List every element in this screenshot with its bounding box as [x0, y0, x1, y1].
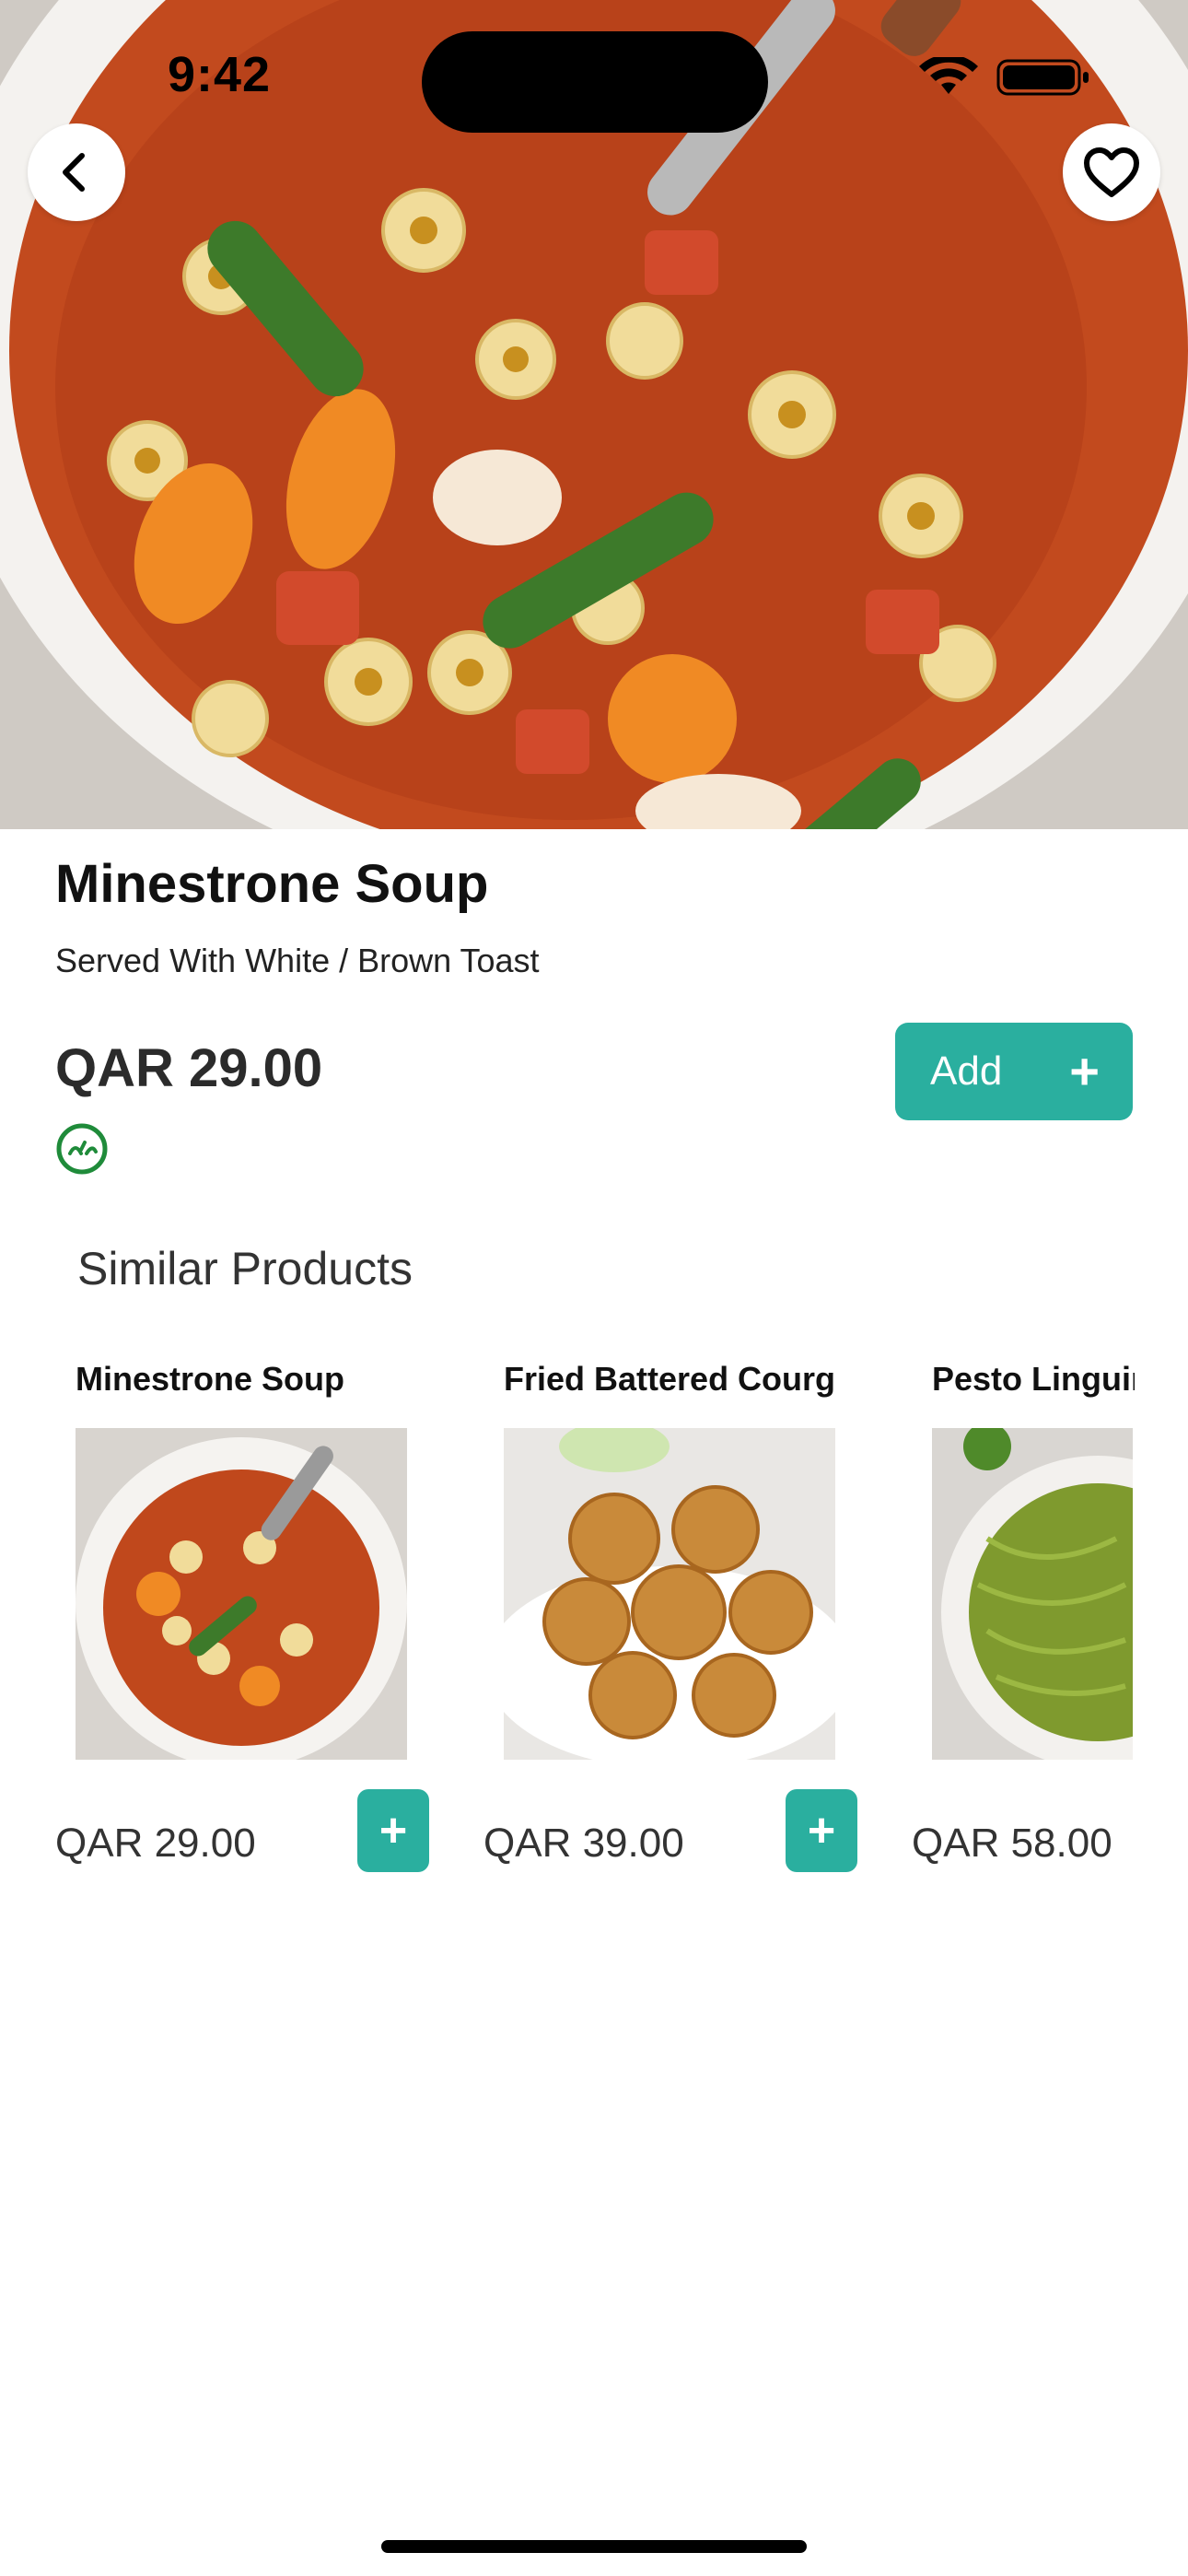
similar-products-title: Similar Products	[77, 1243, 413, 1294]
wifi-icon	[919, 57, 978, 94]
product-price: QAR 29.00	[55, 1038, 323, 1098]
similar-product-price: QAR 39.00	[483, 1821, 684, 1866]
add-button-label: Add	[930, 1048, 1003, 1094]
favorite-button[interactable]	[1063, 123, 1160, 221]
product-title: Minestrone Soup	[55, 854, 489, 914]
similar-product-image	[932, 1428, 1133, 1760]
similar-product-price: QAR 58.00	[912, 1821, 1112, 1866]
dynamic-island	[422, 31, 768, 133]
similar-product-name: Minestrone Soup	[76, 1360, 345, 1398]
similar-product-image	[504, 1428, 835, 1760]
halal-icon	[56, 1123, 108, 1175]
similar-add-button[interactable]: +	[357, 1789, 429, 1872]
similar-product-card[interactable]: Fried Battered Courg QAR 39.00 +	[483, 1360, 889, 1894]
similar-product-card[interactable]: Minestrone Soup QAR 29.00 +	[55, 1360, 460, 1894]
similar-product-name: Pesto Linguir	[932, 1360, 1135, 1398]
similar-add-button[interactable]: +	[786, 1789, 857, 1872]
status-icons	[919, 57, 1089, 96]
battery-icon	[996, 59, 1089, 96]
back-button[interactable]	[28, 123, 125, 221]
status-time: 9:42	[168, 47, 272, 102]
chevron-left-icon	[63, 153, 85, 192]
heart-outline-icon	[1084, 147, 1139, 197]
similar-product-card[interactable]: Pesto Linguir QAR 58.00	[912, 1360, 1188, 1894]
product-detail-screen: 9:42 Minestrone Soup Served With White /…	[0, 0, 1188, 2576]
home-indicator[interactable]	[381, 2540, 807, 2553]
similar-product-image	[76, 1428, 407, 1760]
similar-product-name: Fried Battered Courg	[504, 1360, 835, 1398]
product-description: Served With White / Brown Toast	[55, 942, 540, 979]
add-to-cart-button[interactable]: Add +	[895, 1023, 1133, 1120]
plus-icon: +	[1069, 1042, 1100, 1100]
similar-product-price: QAR 29.00	[55, 1821, 256, 1866]
